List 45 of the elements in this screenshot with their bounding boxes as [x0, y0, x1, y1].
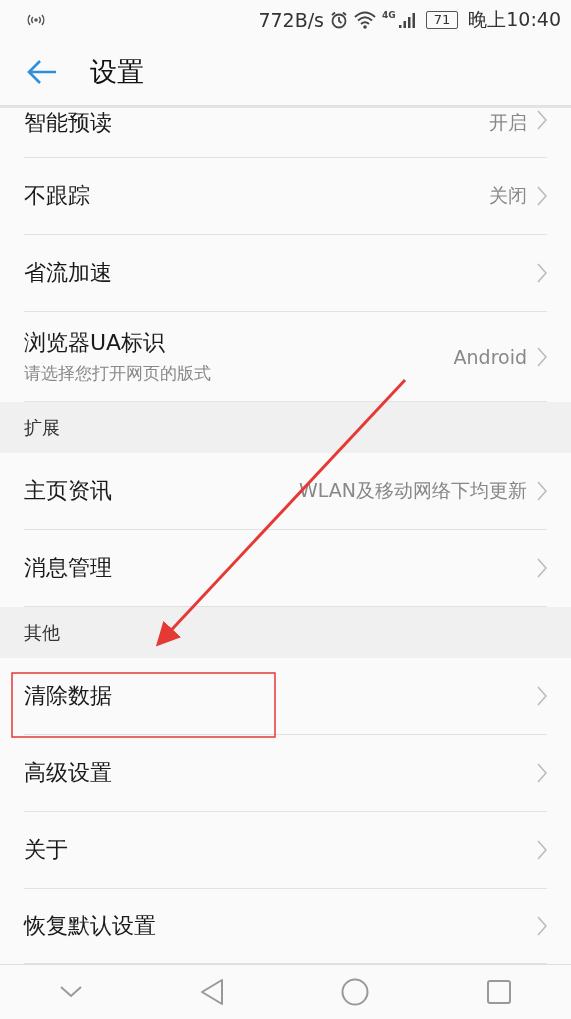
row-title: 不跟踪: [24, 182, 91, 211]
signal-icon: [397, 10, 416, 29]
wifi-icon: [354, 10, 377, 29]
row-title: 高级设置: [24, 759, 113, 788]
chevron-icon: [537, 346, 547, 367]
page-title: 设置: [90, 55, 144, 90]
row-title: 消息管理: [24, 554, 113, 583]
row-value: Android: [453, 345, 527, 368]
chevron-icon: [537, 558, 547, 579]
settings-row[interactable]: 智能预读 开启: [24, 108, 547, 159]
settings-row[interactable]: 省流加速: [24, 235, 547, 313]
chevron-icon: [537, 263, 547, 284]
back-arrow-icon[interactable]: [26, 59, 58, 86]
row-title: 清除数据: [24, 682, 113, 711]
battery-indicator: 71: [425, 10, 459, 29]
collapse-icon[interactable]: [58, 985, 83, 1000]
row-title: 智能预读: [24, 109, 113, 138]
settings-row[interactable]: 清除数据: [24, 658, 547, 736]
section-header: 扩展: [24, 415, 60, 440]
alarm-icon: [330, 10, 349, 29]
row-title: 浏览器UA标识: [24, 329, 167, 358]
home-icon[interactable]: [341, 978, 370, 1007]
settings-row[interactable]: 不跟踪 关闭: [24, 158, 547, 236]
chevron-icon: [537, 186, 547, 207]
settings-row[interactable]: 关于: [24, 812, 547, 890]
chevron-icon: [537, 110, 547, 131]
network-speed: 772B/s: [258, 8, 325, 31]
row-title: 省流加速: [24, 259, 113, 288]
section-header: 其他: [24, 620, 60, 645]
row-title: 恢复默认设置: [24, 912, 157, 941]
back-icon[interactable]: [199, 978, 224, 1007]
network-type: 4G: [382, 10, 396, 20]
recents-icon[interactable]: [486, 979, 513, 1006]
row-value: 开启: [489, 110, 527, 136]
chevron-icon: [537, 763, 547, 784]
chevron-icon: [537, 686, 547, 707]
row-subtitle: 请选择您打开网页的版式: [24, 362, 212, 386]
chevron-icon: [537, 840, 547, 861]
chevron-icon: [537, 481, 547, 502]
settings-row[interactable]: 高级设置: [24, 735, 547, 813]
row-value: 关闭: [489, 183, 527, 209]
chevron-icon: [537, 916, 547, 937]
row-title: 关于: [24, 836, 69, 865]
clock: 晚上10:40: [468, 6, 561, 32]
row-title: 主页资讯: [24, 477, 113, 506]
